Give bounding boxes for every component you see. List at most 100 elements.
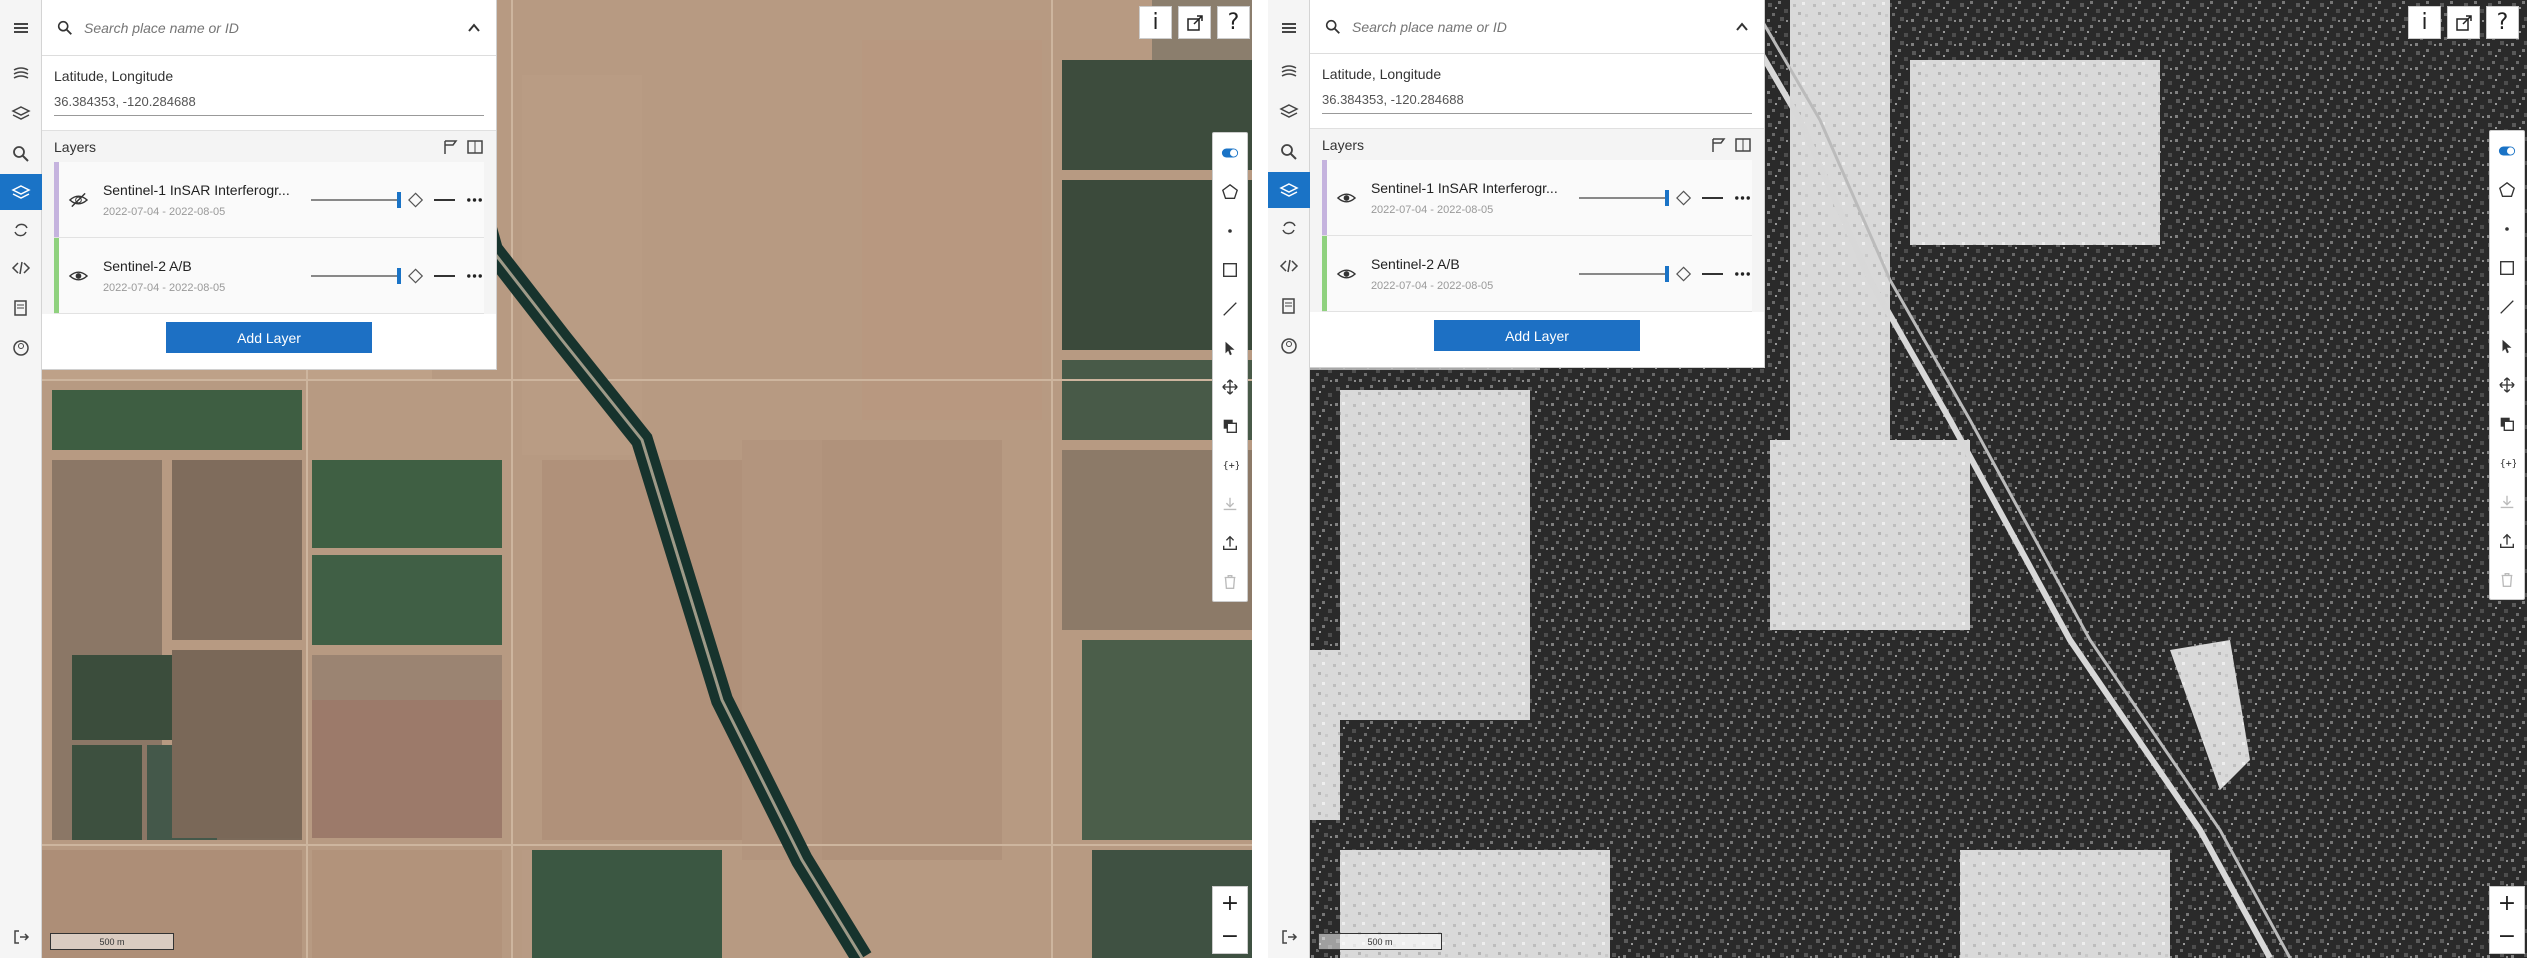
share-button[interactable] xyxy=(2447,6,2480,39)
info-button[interactable]: i xyxy=(1139,6,1172,39)
zoom-in-button[interactable]: + xyxy=(1213,887,1247,920)
copy-icon[interactable] xyxy=(2490,404,2524,443)
layer-item[interactable]: Sentinel-2 A/B 2022-07-04 - 2022-08-05 xyxy=(54,238,484,314)
more-options-icon[interactable] xyxy=(465,191,484,209)
layers-icon[interactable] xyxy=(0,96,42,132)
eye-icon[interactable] xyxy=(68,265,89,287)
menu-icon[interactable] xyxy=(1268,10,1310,46)
account-icon[interactable] xyxy=(0,330,42,366)
opacity-slider[interactable] xyxy=(1579,189,1670,206)
download-icon[interactable] xyxy=(1213,484,1247,523)
upload-icon[interactable] xyxy=(1213,523,1247,562)
search-input[interactable] xyxy=(74,19,466,36)
copy-icon[interactable] xyxy=(1213,406,1247,445)
eye-off-icon[interactable] xyxy=(68,189,89,211)
point-icon[interactable] xyxy=(1213,211,1247,250)
slider-knob[interactable] xyxy=(397,267,402,284)
slider-knob[interactable] xyxy=(1665,265,1670,282)
logout-icon[interactable] xyxy=(1268,922,1310,952)
diamond-icon[interactable] xyxy=(1675,189,1692,207)
layer-item[interactable]: Sentinel-1 InSAR Interferogr... 2022-07-… xyxy=(1322,160,1752,236)
more-options-icon[interactable] xyxy=(1733,265,1752,283)
refresh-icon[interactable] xyxy=(1268,210,1310,246)
layer-item[interactable]: Sentinel-2 A/B 2022-07-04 - 2022-08-05 xyxy=(1322,236,1752,312)
pane-divider[interactable] xyxy=(1252,0,1268,958)
coordinate-value[interactable]: 36.384353, -120.284688 xyxy=(54,94,484,116)
line-icon[interactable] xyxy=(2490,287,2524,326)
point-icon[interactable] xyxy=(2490,209,2524,248)
logout-icon[interactable] xyxy=(0,922,42,952)
chevron-up-icon[interactable] xyxy=(1734,19,1750,35)
more-options-icon[interactable] xyxy=(465,267,484,285)
eye-icon[interactable] xyxy=(1336,187,1357,209)
layer-stack-icon[interactable] xyxy=(1268,172,1310,208)
opacity-slider[interactable] xyxy=(311,191,402,208)
layer-text: Sentinel-1 InSAR Interferogr... 2022-07-… xyxy=(1371,180,1561,216)
upload-icon[interactable] xyxy=(2490,521,2524,560)
slider-track xyxy=(311,198,397,201)
coordinate-label: Latitude, Longitude xyxy=(54,68,174,84)
coordinate-value[interactable]: 36.384353, -120.284688 xyxy=(1322,92,1752,114)
datasets-icon[interactable] xyxy=(0,56,42,92)
rectangle-icon[interactable] xyxy=(1213,250,1247,289)
download-icon[interactable] xyxy=(2490,482,2524,521)
select-icon[interactable] xyxy=(1213,328,1247,367)
polygon-icon[interactable] xyxy=(2490,170,2524,209)
datasets-icon[interactable] xyxy=(1268,54,1310,90)
layers-header: Layers xyxy=(42,130,496,162)
refresh-icon[interactable] xyxy=(0,212,42,248)
line-icon[interactable] xyxy=(1213,289,1247,328)
layer-filter-icon[interactable] xyxy=(1710,136,1728,154)
move-icon[interactable] xyxy=(2490,365,2524,404)
diamond-icon[interactable] xyxy=(1675,265,1692,283)
add-layer-row: Add Layer xyxy=(42,314,496,369)
zoom-in-button[interactable]: + xyxy=(2490,887,2524,920)
search-icon[interactable] xyxy=(0,136,42,172)
search-input[interactable] xyxy=(1342,18,1734,35)
delete-icon[interactable] xyxy=(1213,562,1247,601)
menu-icon[interactable] xyxy=(0,10,42,46)
chevron-up-icon[interactable] xyxy=(466,20,482,36)
layers-icon[interactable] xyxy=(1268,94,1310,130)
layer-item[interactable]: Sentinel-1 InSAR Interferogr... 2022-07-… xyxy=(54,162,484,238)
zoom-out-button[interactable]: − xyxy=(2490,920,2524,953)
expression-icon[interactable]: {+} xyxy=(2490,443,2524,482)
help-button[interactable]: ? xyxy=(2486,6,2519,39)
zoom-out-button[interactable]: − xyxy=(1213,920,1247,953)
toggle-icon[interactable] xyxy=(2490,131,2524,170)
expression-icon[interactable]: {+} xyxy=(1213,445,1247,484)
add-layer-button[interactable]: Add Layer xyxy=(1434,320,1640,351)
notes-icon[interactable] xyxy=(1268,288,1310,324)
slider-knob[interactable] xyxy=(1665,189,1670,206)
opacity-slider[interactable] xyxy=(311,267,402,284)
share-button[interactable] xyxy=(1178,6,1211,39)
search-icon[interactable] xyxy=(1268,134,1310,170)
layer-compare-icon[interactable] xyxy=(1734,136,1752,154)
eye-icon[interactable] xyxy=(1336,263,1357,285)
layer-stack-icon[interactable] xyxy=(0,174,42,210)
layer-date-range: 2022-07-04 - 2022-08-05 xyxy=(102,205,226,218)
layer-date-range: 2022-07-04 - 2022-08-05 xyxy=(1370,279,1494,292)
code-icon[interactable] xyxy=(0,250,42,286)
more-options-icon[interactable] xyxy=(1733,189,1752,207)
help-button[interactable]: ? xyxy=(1217,6,1250,39)
notes-icon[interactable] xyxy=(0,290,42,326)
opacity-slider[interactable] xyxy=(1579,265,1670,282)
layer-filter-icon[interactable] xyxy=(442,138,460,156)
diamond-icon[interactable] xyxy=(407,191,424,209)
toggle-icon[interactable] xyxy=(1213,133,1247,172)
select-icon[interactable] xyxy=(2490,326,2524,365)
add-layer-button[interactable]: Add Layer xyxy=(166,322,372,353)
layer-compare-icon[interactable] xyxy=(466,138,484,156)
move-icon[interactable] xyxy=(1213,367,1247,406)
polygon-icon[interactable] xyxy=(1213,172,1247,211)
info-button[interactable]: i xyxy=(2408,6,2441,39)
search-bar xyxy=(1310,0,1764,54)
code-icon[interactable] xyxy=(1268,248,1310,284)
account-icon[interactable] xyxy=(1268,328,1310,364)
slider-knob[interactable] xyxy=(397,191,402,208)
svg-text:{+}: {+} xyxy=(2500,458,2516,469)
rectangle-icon[interactable] xyxy=(2490,248,2524,287)
delete-icon[interactable] xyxy=(2490,560,2524,599)
diamond-icon[interactable] xyxy=(407,267,424,285)
